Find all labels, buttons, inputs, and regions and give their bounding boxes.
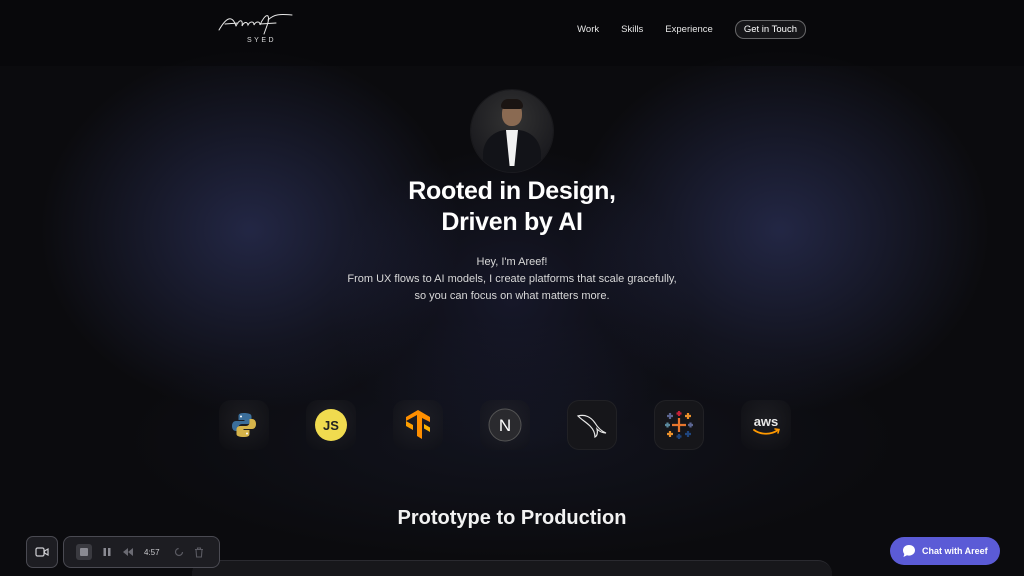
pause-icon xyxy=(103,548,111,556)
hero-subtitle: Hey, I'm Areef! From UX flows to AI mode… xyxy=(0,254,1024,305)
chat-with-areef-button[interactable]: Chat with Areef xyxy=(890,537,1000,565)
javascript-icon: JS xyxy=(315,409,347,441)
aws-tool: aws xyxy=(741,400,791,450)
recorder-camera-button[interactable] xyxy=(26,536,58,568)
javascript-tool: JS xyxy=(306,400,356,450)
header-bar xyxy=(0,0,1024,66)
section-title: Prototype to Production xyxy=(397,507,627,529)
hero-greeting: Hey, I'm Areef! xyxy=(476,256,548,268)
hero-title-line-1: Rooted in Design, xyxy=(408,177,616,205)
recorder-toolbar: 4:57 xyxy=(63,536,220,568)
hero-title: Rooted in Design, Driven by AI xyxy=(0,176,1024,238)
nav-link-work[interactable]: Work xyxy=(577,24,599,35)
aws-label: aws xyxy=(754,414,779,429)
profile-avatar xyxy=(471,90,553,172)
logo[interactable]: SYED xyxy=(216,12,298,46)
logo-signature xyxy=(218,14,293,35)
hero-title-line-2: Driven by AI xyxy=(441,208,583,236)
chat-bubble-icon xyxy=(903,545,915,557)
rewind-icon xyxy=(123,548,133,556)
logo-subtitle: SYED xyxy=(247,37,277,44)
pause-button[interactable] xyxy=(102,547,112,557)
stop-recording-button[interactable] xyxy=(76,544,92,560)
restart-icon xyxy=(174,547,183,557)
tech-stack-row: JS N aws xyxy=(219,400,791,450)
get-in-touch-button[interactable]: Get in Touch xyxy=(734,19,806,39)
top-nav: Work Skills Experience Get in Touch xyxy=(555,19,806,39)
video-camera-icon xyxy=(35,547,49,557)
nextjs-icon: N xyxy=(488,408,522,442)
stop-icon xyxy=(80,548,88,556)
delete-button[interactable] xyxy=(194,546,204,558)
mysql-icon xyxy=(567,400,617,450)
nav-link-skills[interactable]: Skills xyxy=(621,24,643,35)
aws-icon: aws xyxy=(753,414,780,435)
project-card-preview xyxy=(192,560,832,576)
nextjs-tool: N xyxy=(480,400,530,450)
hero-description-line-2: so you can focus on what matters more. xyxy=(414,290,610,302)
tensorflow-icon xyxy=(393,400,443,450)
recording-timer: 4:57 xyxy=(144,547,160,557)
python-icon xyxy=(219,400,269,450)
nav-link-experience[interactable]: Experience xyxy=(665,24,713,35)
restart-button[interactable] xyxy=(174,547,184,557)
trash-icon xyxy=(194,546,203,558)
javascript-label: JS xyxy=(323,418,339,433)
chat-button-label: Chat with Areef xyxy=(922,546,988,556)
hero-description-line-1: From UX flows to AI models, I create pla… xyxy=(347,273,677,285)
rewind-button[interactable] xyxy=(122,547,134,557)
tableau-icon xyxy=(654,400,704,450)
nextjs-label: N xyxy=(499,416,511,435)
